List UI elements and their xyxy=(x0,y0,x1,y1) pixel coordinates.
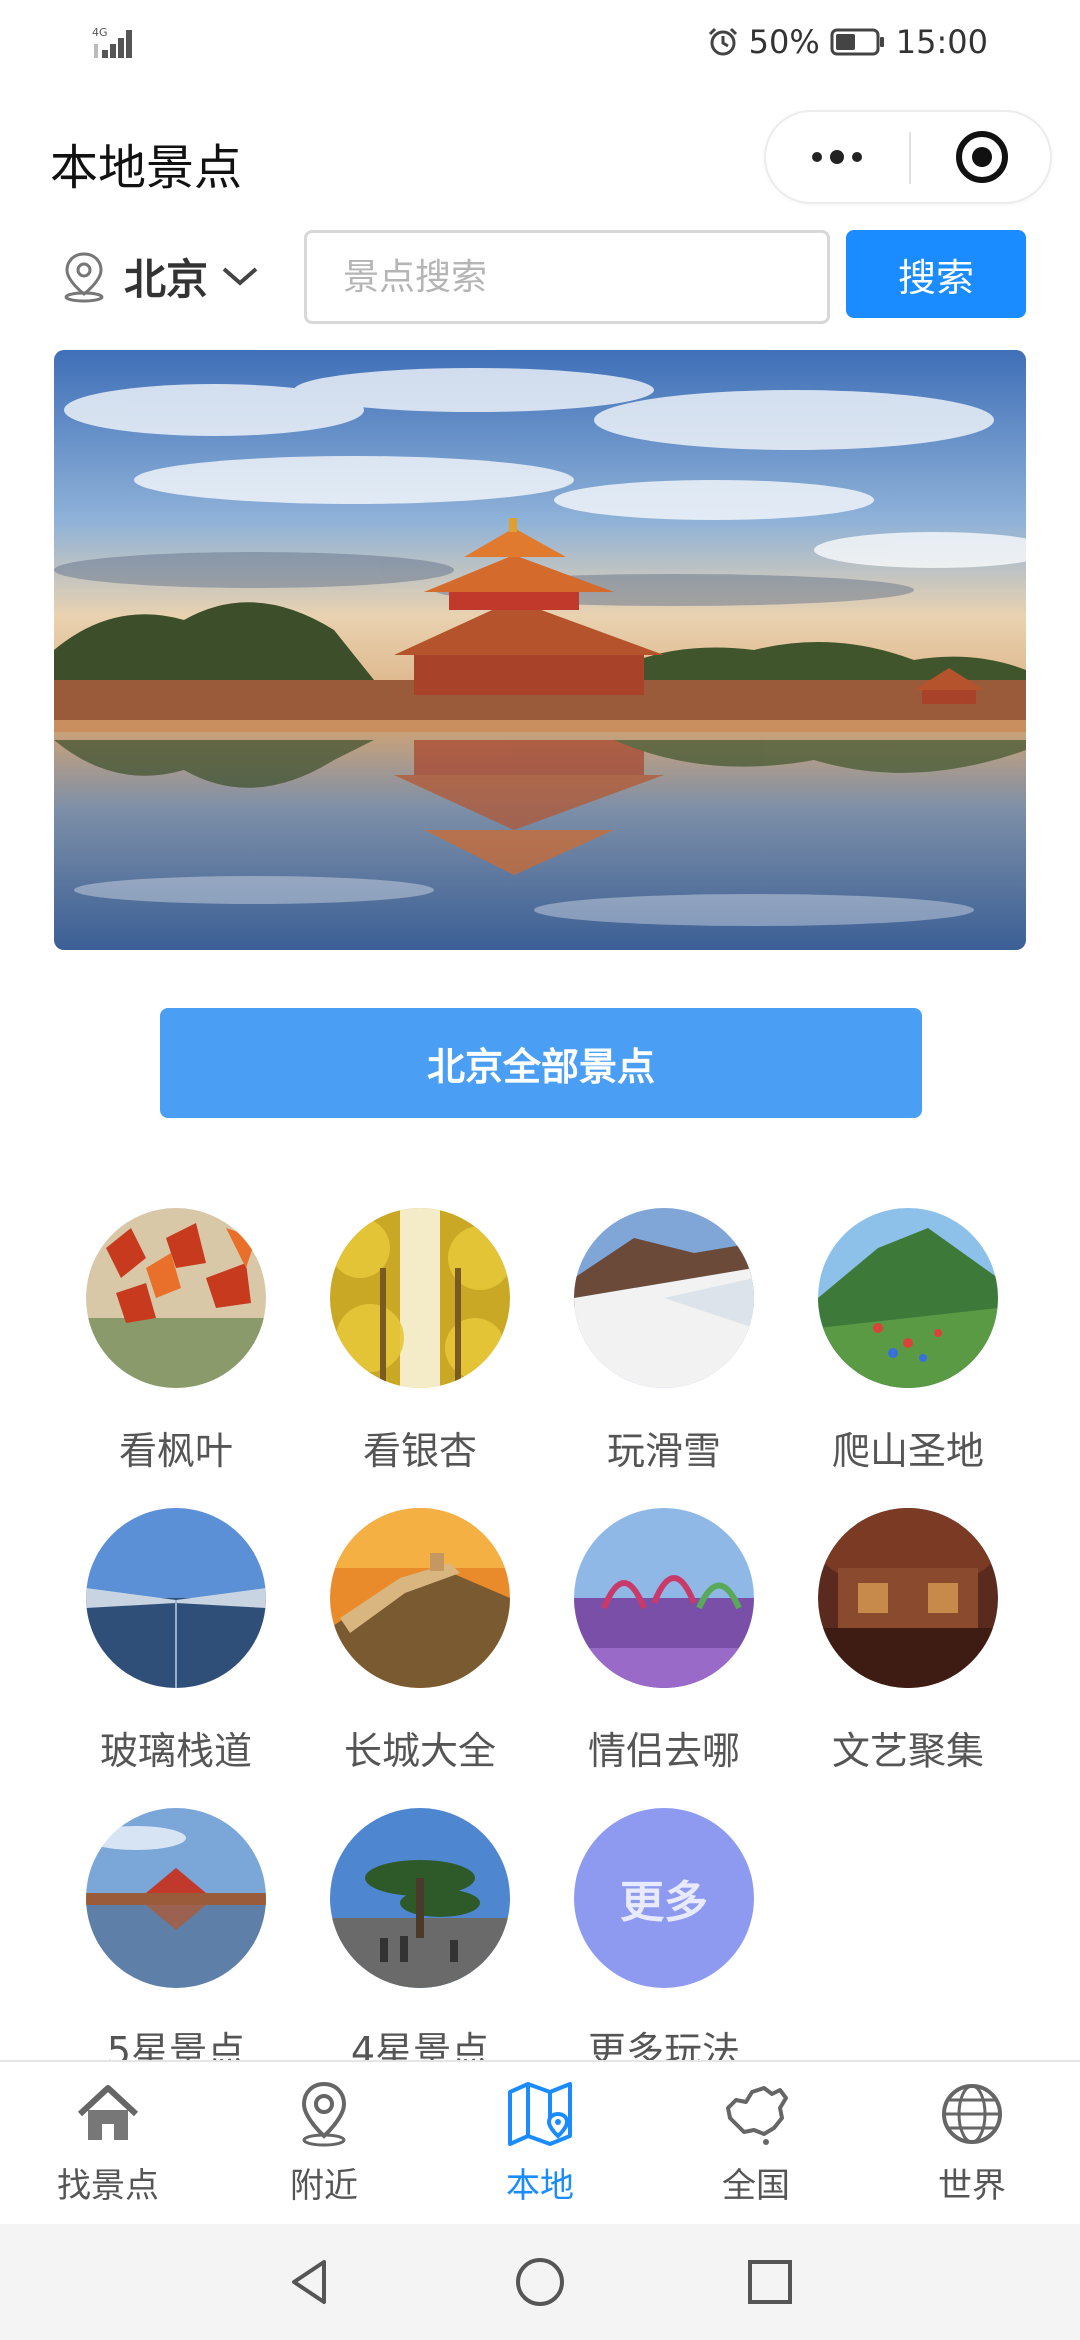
location-pin-icon xyxy=(301,2081,347,2147)
maple-leaves-image xyxy=(86,1208,266,1388)
category-label: 玩滑雪 xyxy=(606,1429,721,1473)
miniapp-capsule xyxy=(764,110,1052,204)
category-label: 情侣去哪 xyxy=(587,1729,740,1773)
signal-icon: 4G xyxy=(92,26,132,58)
home-circle-icon[interactable] xyxy=(510,2252,570,2312)
home-icon xyxy=(77,2085,139,2140)
chevron-down-icon xyxy=(222,267,258,286)
tab-world[interactable]: 世界 xyxy=(892,2078,1052,2218)
category-couples[interactable]: 情侣去哪 xyxy=(554,1508,774,1773)
status-bar: 4G 50% 15:00 xyxy=(0,0,1080,84)
svg-text:4G: 4G xyxy=(92,26,108,39)
capsule-divider xyxy=(909,132,911,184)
pine-peak-image xyxy=(330,1808,510,1988)
category-label: 看枫叶 xyxy=(118,1429,233,1473)
tab-bar: 找景点 附近 本地 全国 世界 xyxy=(0,2060,1080,2224)
corner-tower-image xyxy=(86,1808,266,1988)
back-icon[interactable] xyxy=(280,2252,340,2312)
category-label: 看银杏 xyxy=(362,1429,477,1473)
china-map-icon xyxy=(726,2086,788,2145)
category-mountain[interactable]: 爬山圣地 xyxy=(798,1208,1018,1473)
tab-find-spots[interactable]: 找景点 xyxy=(28,2078,188,2218)
ski-image xyxy=(574,1208,754,1388)
category-label: 玻璃栈道 xyxy=(99,1729,252,1773)
city-label: 北京 xyxy=(124,254,209,304)
search-field[interactable] xyxy=(304,230,830,324)
category-label: 爬山圣地 xyxy=(831,1429,984,1473)
target-icon[interactable] xyxy=(912,112,1052,202)
category-4-star[interactable]: 4星景点 xyxy=(310,1808,530,2073)
tab-label: 世界 xyxy=(938,2166,1006,2206)
map-icon xyxy=(508,2082,572,2146)
tab-local[interactable]: 本地 xyxy=(460,2078,620,2218)
mountain-image xyxy=(818,1208,998,1388)
tab-nearby[interactable]: 附近 xyxy=(244,2078,404,2218)
search-input[interactable] xyxy=(307,233,827,321)
search-row: 北京 搜索 xyxy=(0,228,1080,324)
category-more[interactable]: 更多 更多玩法 xyxy=(554,1808,774,2073)
lavender-image xyxy=(574,1508,754,1688)
system-nav-bar xyxy=(0,2224,1080,2340)
art-hall-image xyxy=(818,1508,998,1688)
category-ginkgo[interactable]: 看银杏 xyxy=(310,1208,530,1473)
location-pin-icon xyxy=(64,252,104,303)
banner-image[interactable] xyxy=(54,350,1026,950)
city-selector[interactable]: 北京 xyxy=(56,242,260,310)
alarm-icon xyxy=(708,27,737,56)
battery-percent: 50% xyxy=(748,23,820,61)
category-great-wall[interactable]: 长城大全 xyxy=(310,1508,530,1773)
glass-walkway-image xyxy=(86,1508,266,1688)
search-button[interactable]: 搜索 xyxy=(846,230,1026,318)
ginkgo-image xyxy=(330,1208,510,1388)
category-art[interactable]: 文艺聚集 xyxy=(798,1508,1018,1773)
category-ski[interactable]: 玩滑雪 xyxy=(554,1208,774,1473)
more-circle: 更多 xyxy=(574,1808,754,1988)
category-5-star[interactable]: 5星景点 xyxy=(66,1808,286,2073)
great-wall-image xyxy=(330,1508,510,1688)
all-spots-button[interactable]: 北京全部景点 xyxy=(160,1008,922,1118)
category-label: 文艺聚集 xyxy=(831,1729,984,1773)
recents-icon[interactable] xyxy=(740,2252,800,2312)
battery-icon xyxy=(830,28,884,56)
category-maple-leaves[interactable]: 看枫叶 xyxy=(66,1208,286,1473)
tab-label: 附近 xyxy=(290,2166,358,2206)
category-glass-walkway[interactable]: 玻璃栈道 xyxy=(66,1508,286,1773)
globe-icon xyxy=(942,2084,1002,2144)
tab-national[interactable]: 全国 xyxy=(676,2078,836,2218)
tab-label: 全国 xyxy=(722,2166,790,2206)
tab-label: 本地 xyxy=(506,2166,574,2206)
clock: 15:00 xyxy=(895,23,988,61)
page-title: 本地景点 xyxy=(50,140,243,196)
tab-label: 找景点 xyxy=(57,2166,159,2206)
title-bar: 本地景点 xyxy=(0,110,1080,210)
more-dots-icon[interactable] xyxy=(766,112,908,202)
status-right: 50% 15:00 xyxy=(707,22,988,62)
category-label: 长城大全 xyxy=(343,1729,496,1773)
